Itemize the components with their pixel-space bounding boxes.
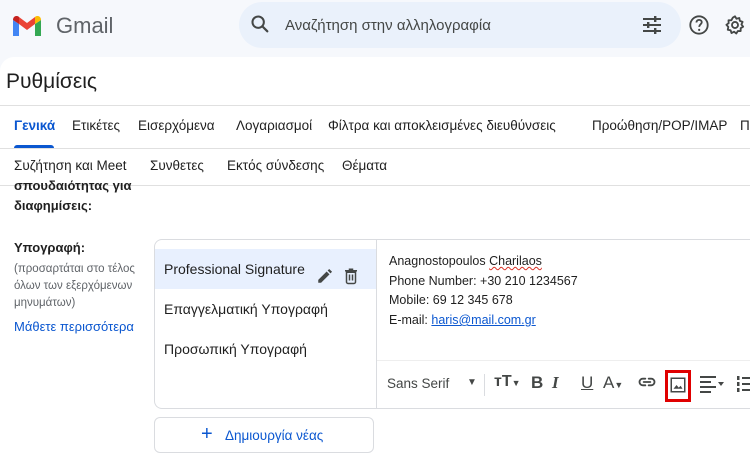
learn-more-link[interactable]: Μάθετε περισσότερα [14,319,134,334]
signature-item-label: Professional Signature [164,261,305,277]
signature-editor[interactable]: Anagnostopoulos Charilaos Phone Number: … [376,239,750,409]
formatting-toolbar: Sans Serif ▼ тT▼ B I U A▼ [377,360,750,410]
tab-overflow[interactable]: Π [740,118,750,133]
toolbar-divider [484,374,485,396]
gmail-logo[interactable] [12,14,42,38]
signature-description: (προσαρτάται στο τέλος όλων των εξερχόμε… [14,261,156,312]
signature-last-name: Charilaos [489,254,542,268]
signature-list: Professional Signature Επαγγελματική Υπο… [154,239,376,409]
ads-setting-label: σπουδαιότητας για διαφημίσεις: [14,176,174,216]
link-icon[interactable] [637,372,657,395]
page-title: Ρυθμίσεις [6,70,98,93]
ads-setting-label-line1: σπουδαιότητας για [14,178,132,193]
font-family-value: Sans Serif [387,376,450,391]
tab-labels[interactable]: Ετικέτες [72,118,120,133]
tab-offline[interactable]: Εκτός σύνδεσης [227,158,324,173]
signature-mobile: Mobile: 69 12 345 678 [389,293,513,307]
insert-image-icon[interactable] [669,376,687,397]
signature-email-link[interactable]: haris@mail.com.gr [431,313,535,327]
create-new-label: Δημιουργία νέας [225,428,324,443]
signature-item-personal[interactable]: Προσωπική Υπογραφή [155,329,376,369]
plus-icon: + [201,423,213,445]
tab-accounts[interactable]: Λογαριασμοί [236,118,312,133]
text-color-icon[interactable]: A▼ [603,373,623,393]
tab-advanced[interactable]: Συνθετες [150,158,204,173]
underline-icon[interactable]: U [581,373,593,393]
signature-item-business[interactable]: Επαγγελματική Υπογραφή [155,289,376,329]
text-size-icon[interactable]: тT▼ [494,373,521,391]
signature-email-label: E-mail: [389,313,428,327]
bold-icon[interactable]: B [531,373,543,393]
help-icon[interactable] [688,14,710,41]
signature-description-line2: όλων των εξερχόμενων [14,280,133,292]
signature-name-line: Anagnostopoulos Charilaos [389,254,542,268]
signature-item-professional[interactable]: Professional Signature [155,249,376,289]
numbered-list-icon[interactable] [737,374,750,397]
top-bar: Gmail [0,0,750,56]
signature-phone: Phone Number: +30 210 1234567 [389,274,578,288]
signature-email-line: E-mail: haris@mail.com.gr [389,313,536,327]
italic-icon[interactable]: I [552,373,559,393]
search-bar[interactable] [239,2,681,48]
signature-description-line3: μηνυμάτων) [14,297,76,309]
signature-label: Υπογραφή: [14,240,86,255]
search-input[interactable] [285,2,615,48]
signature-description-line1: (προσαρτάται στο τέλος [14,263,135,275]
font-family-dropdown[interactable]: Sans Serif ▼ [387,376,477,391]
divider [0,105,750,106]
divider [0,148,750,149]
tab-inbox[interactable]: Εισερχόμενα [138,118,215,133]
align-icon[interactable] [699,374,727,397]
tab-forwarding[interactable]: Προώθηση/POP/IMAP [592,118,727,133]
gmail-logo-icon [13,16,41,36]
settings-gear-icon[interactable] [724,14,746,41]
tab-chat-meet[interactable]: Συζήτηση και Meet [14,158,127,173]
search-icon[interactable] [249,13,271,40]
gmail-wordmark: Gmail [56,13,114,38]
ads-setting-label-line2: διαφημίσεις: [14,198,93,213]
tab-general[interactable]: Γενικά [14,118,55,133]
tab-filters[interactable]: Φίλτρα και αποκλεισμένες διευθύνσεις [328,118,556,133]
search-options-icon[interactable] [641,15,663,40]
settings-panel: Ρυθμίσεις Γενικά Ετικέτες Εισερχόμενα Λο… [0,57,750,464]
signature-first-name: Anagnostopoulos [389,254,486,268]
create-new-signature-button[interactable]: + Δημιουργία νέας [154,417,374,453]
tab-themes[interactable]: Θέματα [342,158,387,173]
chevron-down-icon: ▼ [467,377,477,388]
